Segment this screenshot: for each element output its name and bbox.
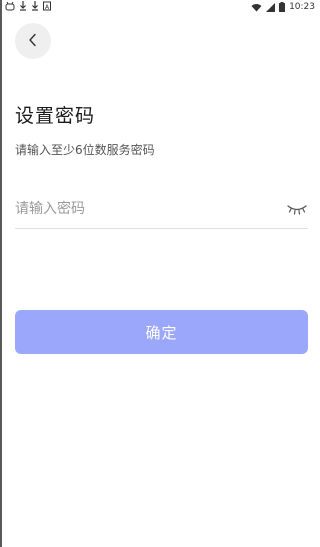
status-bar: A 10:23 <box>0 0 320 16</box>
status-left-icons: A <box>5 1 51 15</box>
back-button[interactable] <box>15 23 51 59</box>
page-title: 设置密码 <box>15 105 96 127</box>
screen-edge <box>0 0 2 547</box>
download-icon <box>19 1 27 15</box>
confirm-button[interactable]: 确定 <box>15 310 308 354</box>
download-icon <box>31 1 39 15</box>
android-debug-icon <box>5 1 15 15</box>
eye-closed-icon[interactable] <box>286 201 308 215</box>
notification-icon: A <box>43 1 51 15</box>
status-time: 10:23 <box>289 2 315 12</box>
password-field-row <box>15 190 308 229</box>
signal-icon <box>266 2 276 12</box>
wifi-icon <box>251 3 262 12</box>
page-subtitle: 请输入至少6位数服务密码 <box>15 143 155 157</box>
status-right: 10:23 <box>251 1 315 13</box>
battery-icon <box>279 2 286 12</box>
chevron-left-icon <box>27 32 39 51</box>
password-input[interactable] <box>15 198 265 220</box>
